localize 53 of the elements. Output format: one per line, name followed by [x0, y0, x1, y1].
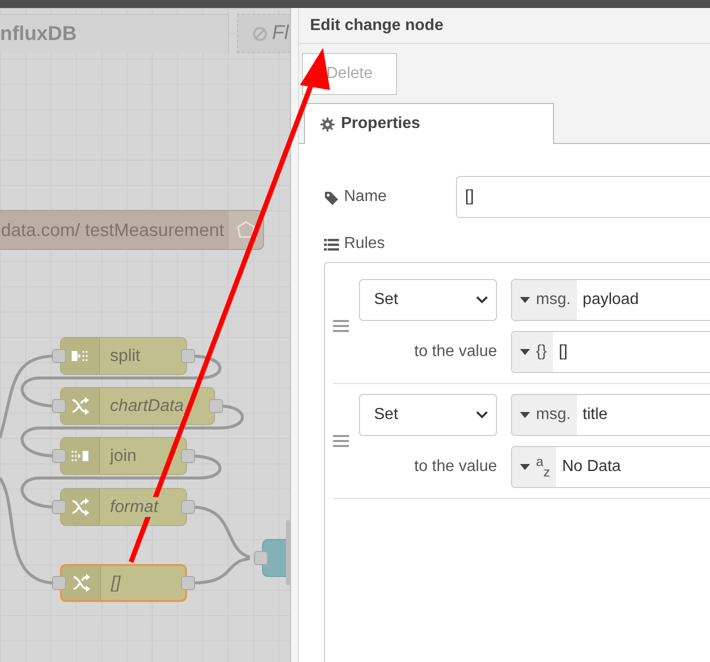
chevron-icon [476, 411, 488, 419]
list-icon [324, 236, 339, 252]
flow-tab[interactable]: nfluxDB [0, 14, 229, 53]
disabled-icon [252, 26, 268, 42]
property-input[interactable]: msg. payload [511, 279, 710, 321]
value-input[interactable]: {} [] [511, 331, 710, 373]
rule-label: to the value [413, 343, 497, 361]
field-label: Rules [344, 235, 385, 253]
output-port[interactable] [181, 500, 195, 514]
chevron-icon [476, 296, 488, 304]
shuffle-icon [70, 497, 90, 517]
name-input[interactable]: [] [456, 176, 710, 218]
caret-icon [520, 464, 530, 470]
input-port[interactable] [52, 349, 66, 363]
flow-node[interactable]: split [60, 337, 187, 375]
drag-handle-icon[interactable] [333, 320, 349, 332]
influx-node[interactable]: data.com/ testMeasurement [0, 210, 264, 250]
field-label: Name [344, 188, 387, 206]
output-port[interactable] [209, 399, 223, 413]
caret-icon [520, 412, 530, 418]
output-port[interactable] [181, 576, 195, 590]
node-label: data.com/ testMeasurement [0, 220, 226, 240]
polygon-icon [236, 220, 256, 240]
caret-icon [520, 349, 530, 355]
input-port[interactable] [52, 399, 66, 413]
flow-node[interactable]: [] [60, 564, 187, 602]
drag-handle-icon[interactable] [333, 435, 349, 447]
node-label: join [110, 446, 136, 466]
flow-node[interactable]: join [60, 437, 187, 475]
tag-icon [324, 190, 339, 204]
property-input[interactable]: msg. title [511, 394, 710, 436]
action-select[interactable]: Set [359, 279, 497, 321]
flow-node[interactable]: format [60, 488, 187, 526]
input-port[interactable] [52, 576, 66, 590]
input-port[interactable] [52, 500, 66, 514]
output-port[interactable] [181, 349, 195, 363]
output-port[interactable] [181, 449, 195, 463]
panel-title: Edit change node [310, 16, 444, 34]
caret-icon [520, 297, 530, 303]
action-select[interactable]: Set [359, 394, 497, 436]
scrollbar[interactable] [286, 520, 290, 585]
input-port[interactable] [254, 551, 268, 565]
node-label: split [110, 346, 140, 366]
node-label: [] [111, 573, 120, 593]
shuffle-icon [70, 396, 90, 416]
node-label: format [110, 497, 158, 517]
node-label: chartData [110, 396, 184, 416]
shuffle-icon [71, 573, 91, 593]
flow-node[interactable]: chartData [60, 387, 215, 425]
input-port[interactable] [52, 449, 66, 463]
rule-label: to the value [413, 458, 497, 476]
properties-tab[interactable]: Properties [304, 103, 554, 144]
gear-icon [320, 116, 335, 132]
